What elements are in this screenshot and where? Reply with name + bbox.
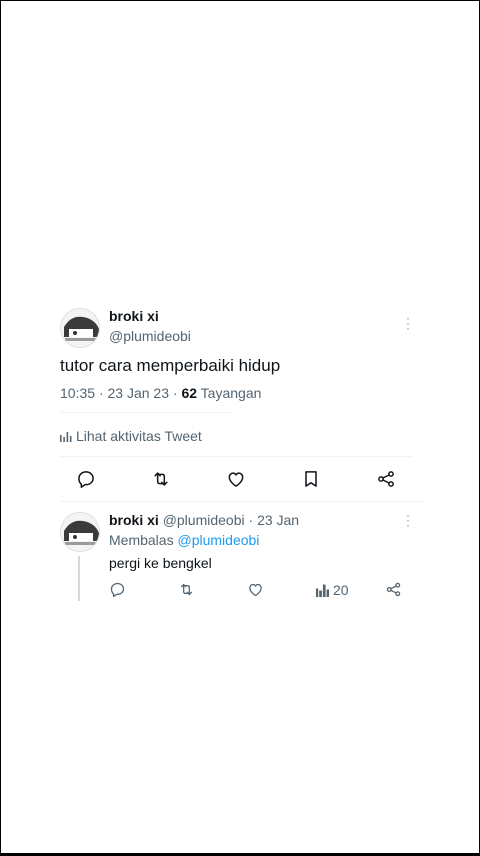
- retweet-icon: [180, 583, 192, 595]
- replying-to: Membalas @plumideobi: [109, 532, 259, 548]
- more-icon[interactable]: ⋮: [401, 513, 415, 527]
- retweet-icon: [154, 472, 168, 486]
- reply-button[interactable]: [75, 468, 97, 490]
- main-author-name[interactable]: broki xi: [109, 308, 159, 324]
- main-author-handle[interactable]: @plumideobi: [109, 328, 191, 344]
- more-icon[interactable]: ⋮: [401, 316, 415, 330]
- reply-date[interactable]: 23 Jan: [257, 512, 299, 528]
- like-icon: [228, 472, 244, 487]
- reply-text: pergi ke bengkel: [109, 555, 212, 571]
- divider: [60, 501, 424, 502]
- activity-link[interactable]: Lihat aktivitas Tweet: [60, 428, 202, 444]
- bookmark-button[interactable]: [300, 468, 322, 490]
- reply-button[interactable]: [107, 579, 127, 599]
- main-author-avatar[interactable]: [60, 308, 100, 348]
- tweet-date[interactable]: 23 Jan 23: [108, 385, 170, 401]
- replying-prefix: Membalas: [109, 532, 174, 548]
- divider: [60, 412, 232, 413]
- main-tweet-text: tutor cara memperbaiki hidup: [60, 356, 281, 375]
- views-label: Tayangan: [200, 385, 262, 401]
- thread-line: [78, 556, 80, 601]
- views-button[interactable]: 20: [316, 582, 349, 598]
- share-button[interactable]: [375, 468, 397, 490]
- bookmark-icon: [305, 471, 317, 487]
- retweet-button[interactable]: [150, 468, 172, 490]
- analytics-icon: [60, 431, 72, 442]
- reply-author-avatar[interactable]: [60, 512, 100, 552]
- like-button[interactable]: [245, 579, 265, 599]
- tweet-detail-screen: broki xi @plumideobi ⋮ tutor cara memper…: [1, 1, 479, 853]
- tweet-time[interactable]: 10:35: [60, 385, 95, 401]
- analytics-icon: [316, 584, 329, 597]
- share-button[interactable]: [383, 579, 403, 599]
- meta-separator: ·: [172, 385, 178, 401]
- replying-mention-link[interactable]: @plumideobi: [177, 532, 259, 548]
- reply-icon: [78, 471, 94, 488]
- share-icon: [386, 582, 400, 596]
- retweet-button[interactable]: [176, 579, 196, 599]
- divider: [60, 456, 412, 457]
- meta-separator: ·: [248, 512, 254, 528]
- like-button[interactable]: [225, 468, 247, 490]
- reply-views-count: 20: [333, 582, 349, 598]
- share-icon: [378, 471, 394, 487]
- reply-author-name[interactable]: broki xi: [109, 512, 159, 528]
- reply-header: broki xi @plumideobi · 23 Jan: [109, 512, 299, 528]
- reply-icon: [110, 582, 124, 597]
- activity-label: Lihat aktivitas Tweet: [76, 428, 202, 444]
- views-count: 62: [181, 385, 198, 401]
- main-tweet-meta: 10:35 · 23 Jan 23 · 62 Tayangan: [60, 385, 261, 401]
- like-icon: [248, 583, 262, 596]
- reply-author-handle[interactable]: @plumideobi: [163, 512, 245, 528]
- meta-separator: ·: [98, 385, 104, 401]
